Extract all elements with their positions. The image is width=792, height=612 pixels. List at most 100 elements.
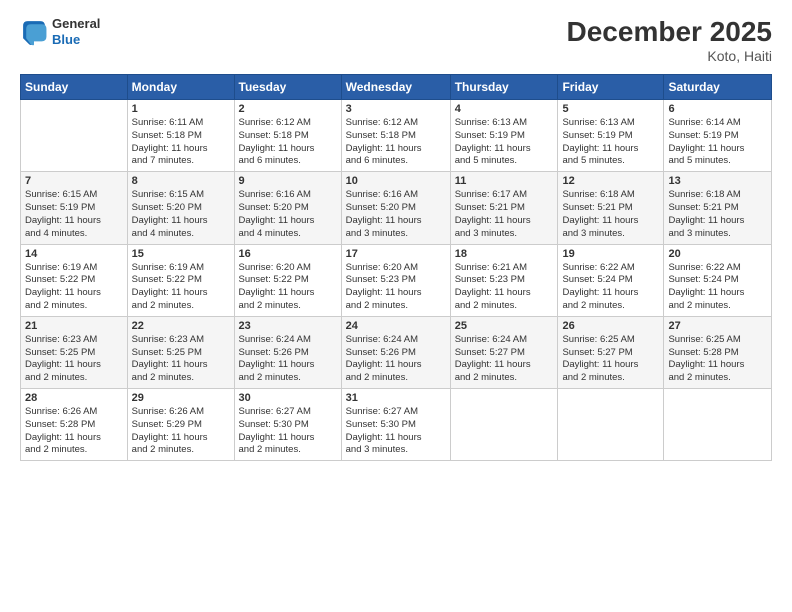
day-number: 10 — [346, 175, 446, 187]
day-info: Sunrise: 6:26 AM Sunset: 5:29 PM Dayligh… — [132, 406, 230, 457]
header: General Blue December 2025 Koto, Haiti — [20, 16, 772, 64]
day-number: 23 — [239, 320, 337, 332]
day-number: 1 — [132, 103, 230, 115]
day-info: Sunrise: 6:22 AM Sunset: 5:24 PM Dayligh… — [562, 262, 659, 313]
page: General Blue December 2025 Koto, Haiti S… — [0, 0, 792, 612]
calendar-week-2: 14 Sunrise: 6:19 AM Sunset: 5:22 PM Dayli… — [21, 244, 772, 316]
calendar-header: Sunday Monday Tuesday Wednesday Thursday… — [21, 75, 772, 100]
day-number: 13 — [668, 175, 767, 187]
day-number: 15 — [132, 248, 230, 260]
calendar-cell: 3 Sunrise: 6:12 AM Sunset: 5:18 PM Daylig… — [341, 100, 450, 172]
day-info: Sunrise: 6:17 AM Sunset: 5:21 PM Dayligh… — [455, 189, 554, 240]
calendar-cell — [558, 389, 664, 461]
day-number: 6 — [668, 103, 767, 115]
day-info: Sunrise: 6:27 AM Sunset: 5:30 PM Dayligh… — [346, 406, 446, 457]
calendar-cell — [664, 389, 772, 461]
header-row: Sunday Monday Tuesday Wednesday Thursday… — [21, 75, 772, 100]
day-info: Sunrise: 6:13 AM Sunset: 5:19 PM Dayligh… — [562, 117, 659, 168]
day-number: 8 — [132, 175, 230, 187]
day-info: Sunrise: 6:21 AM Sunset: 5:23 PM Dayligh… — [455, 262, 554, 313]
calendar-cell: 20Sunrise: 6:22 AM Sunset: 5:24 PM Dayli… — [664, 244, 772, 316]
calendar-cell: 15 Sunrise: 6:19 AM Sunset: 5:22 PM Dayli… — [127, 244, 234, 316]
logo-icon — [20, 18, 48, 46]
day-number: 22 — [132, 320, 230, 332]
day-info: Sunrise: 6:20 AM Sunset: 5:23 PM Dayligh… — [346, 262, 446, 313]
calendar-body: 1Sunrise: 6:11 AM Sunset: 5:18 PM Daylig… — [21, 100, 772, 461]
calendar-cell: 29Sunrise: 6:26 AM Sunset: 5:29 PM Dayli… — [127, 389, 234, 461]
calendar-table: Sunday Monday Tuesday Wednesday Thursday… — [20, 74, 772, 461]
day-number: 7 — [25, 175, 123, 187]
calendar-week-1: 7 Sunrise: 6:15 AM Sunset: 5:19 PM Daylig… — [21, 172, 772, 244]
calendar-cell: 6 Sunrise: 6:14 AM Sunset: 5:19 PM Daylig… — [664, 100, 772, 172]
calendar-cell: 31 Sunrise: 6:27 AM Sunset: 5:30 PM Dayli… — [341, 389, 450, 461]
calendar-cell: 12 Sunrise: 6:18 AM Sunset: 5:21 PM Dayli… — [558, 172, 664, 244]
calendar-cell: 30 Sunrise: 6:27 AM Sunset: 5:30 PM Dayli… — [234, 389, 341, 461]
day-number: 30 — [239, 392, 337, 404]
col-monday: Monday — [127, 75, 234, 100]
day-info: Sunrise: 6:25 AM Sunset: 5:28 PM Dayligh… — [668, 334, 767, 385]
calendar-cell: 4 Sunrise: 6:13 AM Sunset: 5:19 PM Daylig… — [450, 100, 558, 172]
calendar-cell: 13 Sunrise: 6:18 AM Sunset: 5:21 PM Dayli… — [664, 172, 772, 244]
logo-blue: Blue — [52, 32, 100, 48]
day-number: 17 — [346, 248, 446, 260]
calendar-cell: 1Sunrise: 6:11 AM Sunset: 5:18 PM Daylig… — [127, 100, 234, 172]
day-info: Sunrise: 6:23 AM Sunset: 5:25 PM Dayligh… — [132, 334, 230, 385]
day-info: Sunrise: 6:12 AM Sunset: 5:18 PM Dayligh… — [346, 117, 446, 168]
page-subtitle: Koto, Haiti — [567, 48, 772, 64]
day-info: Sunrise: 6:18 AM Sunset: 5:21 PM Dayligh… — [562, 189, 659, 240]
day-info: Sunrise: 6:20 AM Sunset: 5:22 PM Dayligh… — [239, 262, 337, 313]
col-saturday: Saturday — [664, 75, 772, 100]
calendar-week-4: 28Sunrise: 6:26 AM Sunset: 5:28 PM Dayli… — [21, 389, 772, 461]
calendar-cell: 26Sunrise: 6:25 AM Sunset: 5:27 PM Dayli… — [558, 316, 664, 388]
day-info: Sunrise: 6:24 AM Sunset: 5:26 PM Dayligh… — [239, 334, 337, 385]
day-info: Sunrise: 6:18 AM Sunset: 5:21 PM Dayligh… — [668, 189, 767, 240]
day-number: 18 — [455, 248, 554, 260]
calendar-cell: 2Sunrise: 6:12 AM Sunset: 5:18 PM Daylig… — [234, 100, 341, 172]
day-info: Sunrise: 6:15 AM Sunset: 5:19 PM Dayligh… — [25, 189, 123, 240]
day-info: Sunrise: 6:13 AM Sunset: 5:19 PM Dayligh… — [455, 117, 554, 168]
day-info: Sunrise: 6:24 AM Sunset: 5:27 PM Dayligh… — [455, 334, 554, 385]
day-number: 14 — [25, 248, 123, 260]
day-number: 31 — [346, 392, 446, 404]
day-number: 16 — [239, 248, 337, 260]
day-number: 9 — [239, 175, 337, 187]
calendar-cell: 23 Sunrise: 6:24 AM Sunset: 5:26 PM Dayli… — [234, 316, 341, 388]
calendar-cell: 9 Sunrise: 6:16 AM Sunset: 5:20 PM Daylig… — [234, 172, 341, 244]
calendar-cell: 8Sunrise: 6:15 AM Sunset: 5:20 PM Daylig… — [127, 172, 234, 244]
day-info: Sunrise: 6:14 AM Sunset: 5:19 PM Dayligh… — [668, 117, 767, 168]
day-number: 19 — [562, 248, 659, 260]
day-info: Sunrise: 6:25 AM Sunset: 5:27 PM Dayligh… — [562, 334, 659, 385]
calendar-cell — [450, 389, 558, 461]
calendar-cell: 14 Sunrise: 6:19 AM Sunset: 5:22 PM Dayli… — [21, 244, 128, 316]
day-info: Sunrise: 6:16 AM Sunset: 5:20 PM Dayligh… — [239, 189, 337, 240]
day-info: Sunrise: 6:16 AM Sunset: 5:20 PM Dayligh… — [346, 189, 446, 240]
col-friday: Friday — [558, 75, 664, 100]
logo-text: General Blue — [52, 16, 100, 47]
day-number: 20 — [668, 248, 767, 260]
logo-general: General — [52, 16, 100, 32]
calendar-cell: 24 Sunrise: 6:24 AM Sunset: 5:26 PM Dayli… — [341, 316, 450, 388]
calendar-cell: 28Sunrise: 6:26 AM Sunset: 5:28 PM Dayli… — [21, 389, 128, 461]
calendar-cell — [21, 100, 128, 172]
day-number: 12 — [562, 175, 659, 187]
calendar-week-0: 1Sunrise: 6:11 AM Sunset: 5:18 PM Daylig… — [21, 100, 772, 172]
day-number: 21 — [25, 320, 123, 332]
day-number: 2 — [239, 103, 337, 115]
col-tuesday: Tuesday — [234, 75, 341, 100]
col-sunday: Sunday — [21, 75, 128, 100]
day-number: 24 — [346, 320, 446, 332]
logo: General Blue — [20, 16, 100, 47]
day-number: 3 — [346, 103, 446, 115]
day-number: 4 — [455, 103, 554, 115]
calendar-cell: 22 Sunrise: 6:23 AM Sunset: 5:25 PM Dayli… — [127, 316, 234, 388]
day-info: Sunrise: 6:24 AM Sunset: 5:26 PM Dayligh… — [346, 334, 446, 385]
day-info: Sunrise: 6:27 AM Sunset: 5:30 PM Dayligh… — [239, 406, 337, 457]
calendar-cell: 11 Sunrise: 6:17 AM Sunset: 5:21 PM Dayli… — [450, 172, 558, 244]
day-info: Sunrise: 6:26 AM Sunset: 5:28 PM Dayligh… — [25, 406, 123, 457]
calendar-cell: 10 Sunrise: 6:16 AM Sunset: 5:20 PM Dayli… — [341, 172, 450, 244]
day-number: 11 — [455, 175, 554, 187]
day-info: Sunrise: 6:19 AM Sunset: 5:22 PM Dayligh… — [132, 262, 230, 313]
calendar-cell: 19 Sunrise: 6:22 AM Sunset: 5:24 PM Dayli… — [558, 244, 664, 316]
calendar-cell: 17 Sunrise: 6:20 AM Sunset: 5:23 PM Dayli… — [341, 244, 450, 316]
day-info: Sunrise: 6:19 AM Sunset: 5:22 PM Dayligh… — [25, 262, 123, 313]
